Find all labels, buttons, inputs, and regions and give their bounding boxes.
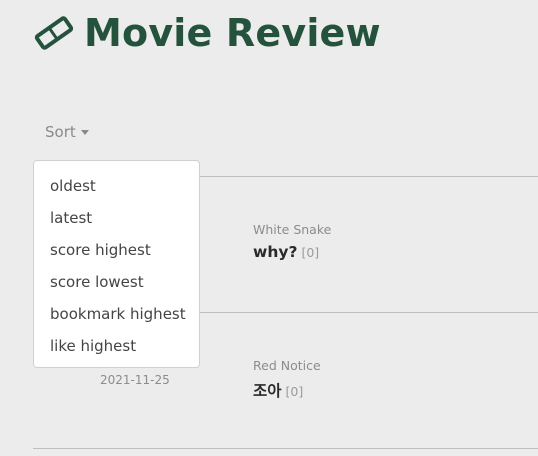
page: Movie Review Sort White Snake why? [0] 20…: [0, 0, 538, 456]
page-title: Movie Review: [84, 11, 381, 55]
divider: [33, 448, 538, 449]
review-comment[interactable]: 조아 [0]: [253, 379, 303, 401]
sort-option-oldest[interactable]: oldest: [34, 170, 199, 202]
review-comment-count: [0]: [301, 245, 320, 260]
review-comment-count: [0]: [285, 384, 304, 399]
sort-option-like-highest[interactable]: like highest: [34, 330, 199, 362]
review-movie-title[interactable]: Red Notice: [253, 358, 321, 373]
caret-down-icon: [80, 129, 89, 135]
header: Movie Review: [34, 8, 381, 58]
sort-dropdown-toggle[interactable]: Sort: [45, 121, 89, 143]
sort-label: Sort: [45, 123, 76, 141]
sort-option-score-lowest[interactable]: score lowest: [34, 266, 199, 298]
sort-option-latest[interactable]: latest: [34, 202, 199, 234]
sort-dropdown-menu: oldest latest score highest score lowest…: [33, 160, 200, 368]
sort-option-score-highest[interactable]: score highest: [34, 234, 199, 266]
review-date: 2021-11-25: [100, 373, 170, 387]
review-movie-title[interactable]: White Snake: [253, 222, 331, 237]
ticket-icon: [34, 13, 74, 53]
sort-option-bookmark-highest[interactable]: bookmark highest: [34, 298, 199, 330]
review-comment-text: 조아: [253, 382, 282, 400]
review-comment[interactable]: why? [0]: [253, 243, 319, 261]
review-comment-text: why?: [253, 243, 298, 261]
